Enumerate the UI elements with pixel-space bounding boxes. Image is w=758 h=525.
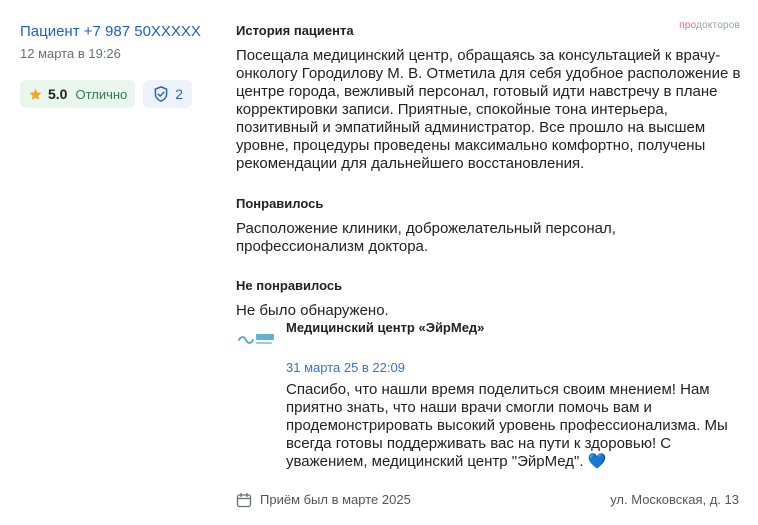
calendar-icon bbox=[236, 492, 252, 508]
reply-text-block: Спасибо, что нашли время поделиться свои… bbox=[286, 381, 742, 471]
disliked-section: Не понравилось Не было обнаружено. bbox=[236, 277, 742, 320]
visit-date: Приём был в марте 2025 bbox=[260, 492, 411, 507]
clinic-name[interactable]: Медицинский центр «ЭйрМед» bbox=[286, 320, 484, 335]
reply-text: Спасибо, что нашли время поделиться свои… bbox=[286, 381, 728, 470]
clinic-address[interactable]: ул. Московская, д. 13 bbox=[610, 492, 739, 507]
reply-date: 31 марта 25 в 22:09 bbox=[286, 360, 405, 375]
disliked-title: Не понравилось bbox=[236, 278, 343, 293]
heart-icon: 💙 bbox=[587, 453, 607, 470]
verification-badge[interactable]: 2 bbox=[143, 80, 193, 108]
story-title: История пациента bbox=[236, 23, 354, 38]
story-section: История пациента Посещала медицинский це… bbox=[236, 22, 742, 173]
liked-section: Понравилось Расположение клиники, доброж… bbox=[236, 195, 742, 256]
review-badges: 5.0 Отлично 2 bbox=[20, 80, 220, 108]
review-content: История пациента Посещала медицинский це… bbox=[236, 22, 742, 320]
clinic-logo bbox=[238, 334, 274, 344]
verification-count: 2 bbox=[175, 86, 184, 102]
patient-name-link[interactable]: Пациент +7 987 50XXXXX bbox=[20, 22, 220, 42]
star-icon bbox=[29, 88, 42, 100]
rating-label: Отлично bbox=[75, 86, 128, 102]
review-author-panel: Пациент +7 987 50XXXXX 12 марта в 19:26 … bbox=[20, 22, 220, 108]
review-date: 12 марта в 19:26 bbox=[20, 46, 121, 61]
liked-text: Расположение клиники, доброжелательный п… bbox=[236, 220, 616, 255]
liked-title: Понравилось bbox=[236, 196, 324, 211]
rating-value: 5.0 bbox=[48, 86, 68, 102]
review-footer: Приём был в марте 2025 ул. Московская, д… bbox=[236, 490, 742, 512]
disliked-text: Не было обнаружено. bbox=[236, 302, 389, 319]
shield-check-icon bbox=[154, 86, 168, 102]
story-text: Посещала медицинский центр, обращаясь за… bbox=[236, 47, 741, 172]
rating-badge[interactable]: 5.0 Отлично bbox=[20, 80, 136, 108]
